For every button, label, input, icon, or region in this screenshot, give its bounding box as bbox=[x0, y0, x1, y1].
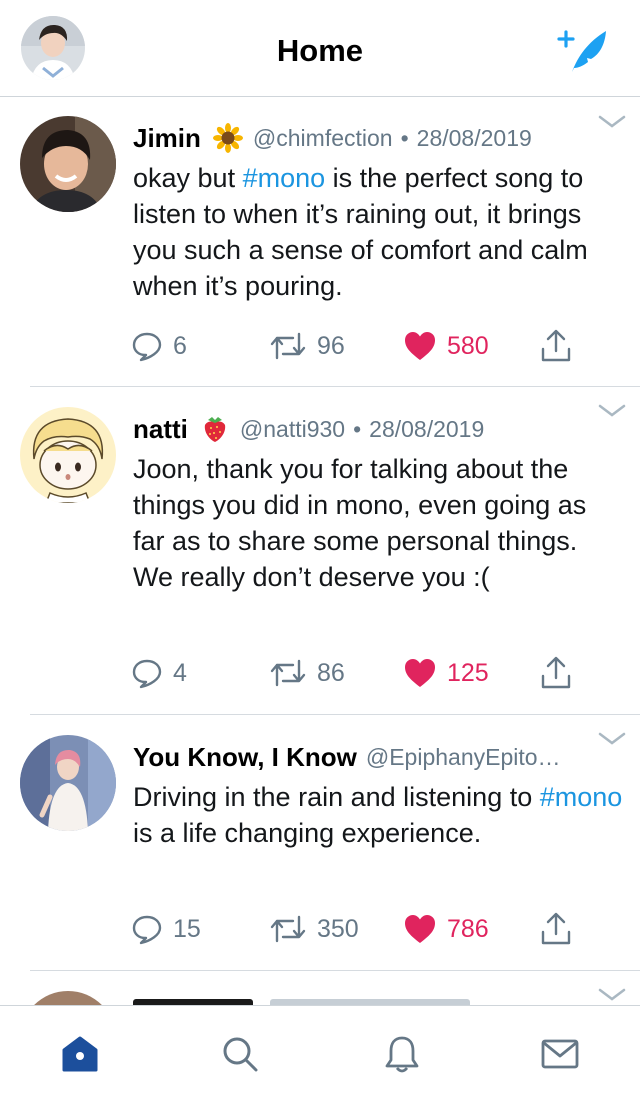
retweet-icon bbox=[270, 915, 306, 943]
heart-icon bbox=[405, 332, 435, 360]
tweet-text: okay but #mono is the perfect song to li… bbox=[133, 160, 623, 304]
tweet-options-chevron-icon[interactable] bbox=[598, 987, 626, 1003]
retweet-count: 86 bbox=[317, 658, 345, 687]
author-name[interactable]: natti bbox=[133, 414, 188, 445]
tweet-header: You Know, I Know @EpiphanyEpito… bbox=[133, 741, 590, 773]
search-icon bbox=[223, 1037, 258, 1072]
reply-button[interactable]: 4 bbox=[131, 653, 187, 693]
reply-icon bbox=[132, 915, 162, 945]
tweet-options-chevron-icon[interactable] bbox=[598, 403, 626, 419]
reply-count: 6 bbox=[173, 331, 187, 360]
retweet-count: 96 bbox=[317, 331, 345, 360]
sunflower-emoji-icon bbox=[212, 123, 243, 153]
tweet-actions: 4 86 125 bbox=[131, 653, 591, 693]
tweet-text: Driving in the rain and listening to #mo… bbox=[133, 779, 623, 851]
reply-icon bbox=[132, 332, 162, 362]
tab-notifications[interactable] bbox=[382, 1034, 422, 1074]
bottom-tab-bar bbox=[0, 1005, 640, 1104]
tweet-date: 28/08/2019 bbox=[369, 415, 485, 442]
retweet-icon bbox=[270, 659, 306, 687]
author-name[interactable]: Jimin bbox=[133, 123, 201, 154]
compose-tweet-button[interactable] bbox=[556, 28, 610, 74]
retweet-button[interactable]: 350 bbox=[269, 909, 359, 949]
tweet[interactable]: Jimin @chimfection • 28/08/2019 okay but… bbox=[0, 98, 640, 387]
tweet-text-part: okay but bbox=[133, 163, 243, 193]
share-icon bbox=[541, 329, 571, 362]
home-icon bbox=[62, 1036, 98, 1072]
hashtag-link[interactable]: #mono bbox=[540, 782, 623, 812]
tweet-text-part: is a life changing experience. bbox=[133, 818, 482, 848]
tab-messages[interactable] bbox=[540, 1034, 580, 1074]
author-name[interactable]: You Know, I Know bbox=[133, 742, 357, 773]
feather-plus-icon bbox=[557, 30, 606, 72]
tweet-options-chevron-icon[interactable] bbox=[598, 731, 626, 747]
share-icon bbox=[541, 912, 571, 945]
reply-count: 4 bbox=[173, 658, 187, 687]
heart-icon bbox=[405, 915, 435, 943]
heart-icon bbox=[405, 659, 435, 687]
tab-home[interactable] bbox=[60, 1034, 100, 1074]
retweet-button[interactable]: 86 bbox=[269, 653, 345, 693]
reply-button[interactable]: 15 bbox=[131, 909, 201, 949]
tweet-author-avatar[interactable] bbox=[20, 407, 116, 503]
reply-count: 15 bbox=[173, 914, 201, 943]
tweet[interactable]: natti @natti930 • 28/08/2019 Joon, thank… bbox=[0, 387, 640, 715]
like-count: 580 bbox=[447, 331, 489, 360]
tweet-header: Jimin @chimfection • 28/08/2019 bbox=[133, 122, 590, 154]
tweet-text-part: Driving in the rain and listening to bbox=[133, 782, 540, 812]
page-title: Home bbox=[276, 33, 364, 68]
reply-icon bbox=[132, 659, 162, 689]
like-count: 786 bbox=[447, 914, 489, 943]
share-icon bbox=[541, 656, 571, 689]
tweet-actions: 6 96 580 bbox=[131, 326, 591, 366]
tweet-author-avatar[interactable] bbox=[20, 735, 116, 831]
retweet-icon bbox=[270, 332, 306, 360]
tweet-date: 28/08/2019 bbox=[416, 124, 532, 151]
tab-search[interactable] bbox=[220, 1034, 260, 1074]
bell-icon bbox=[385, 1036, 419, 1073]
reply-button[interactable]: 6 bbox=[131, 326, 187, 366]
tweet-author-avatar[interactable] bbox=[20, 116, 116, 212]
share-button[interactable] bbox=[539, 909, 573, 949]
author-handle: @EpiphanyEpito… bbox=[365, 743, 561, 770]
author-handle: @chimfection bbox=[252, 124, 393, 151]
tweet-text: Joon, thank you for talking about the th… bbox=[133, 454, 587, 592]
author-handle: @natti930 bbox=[239, 415, 346, 442]
timeline-feed[interactable]: Jimin @chimfection • 28/08/2019 okay but… bbox=[0, 98, 640, 1005]
tweet-author-avatar[interactable] bbox=[20, 991, 116, 1005]
strawberry-emoji-icon bbox=[200, 414, 230, 444]
mail-icon bbox=[541, 1039, 579, 1069]
tweet-options-chevron-icon[interactable] bbox=[598, 114, 626, 130]
top-bar: Home bbox=[0, 0, 640, 97]
tweet-actions: 15 350 786 bbox=[131, 909, 591, 949]
like-button[interactable]: 786 bbox=[403, 909, 489, 949]
tweet-header: natti @natti930 • 28/08/2019 bbox=[133, 413, 590, 445]
like-button[interactable]: 580 bbox=[403, 326, 489, 366]
like-count: 125 bbox=[447, 658, 489, 687]
separator-dot: • bbox=[353, 415, 362, 442]
retweet-count: 350 bbox=[317, 914, 359, 943]
like-button[interactable]: 125 bbox=[403, 653, 489, 693]
separator-dot: • bbox=[400, 124, 409, 151]
share-button[interactable] bbox=[539, 326, 573, 366]
retweet-button[interactable]: 96 bbox=[269, 326, 345, 366]
share-button[interactable] bbox=[539, 653, 573, 693]
hashtag-link[interactable]: #mono bbox=[243, 163, 326, 193]
tweet[interactable]: You Know, I Know @EpiphanyEpito… Driving… bbox=[0, 715, 640, 971]
tweet-partial[interactable] bbox=[0, 971, 640, 1005]
